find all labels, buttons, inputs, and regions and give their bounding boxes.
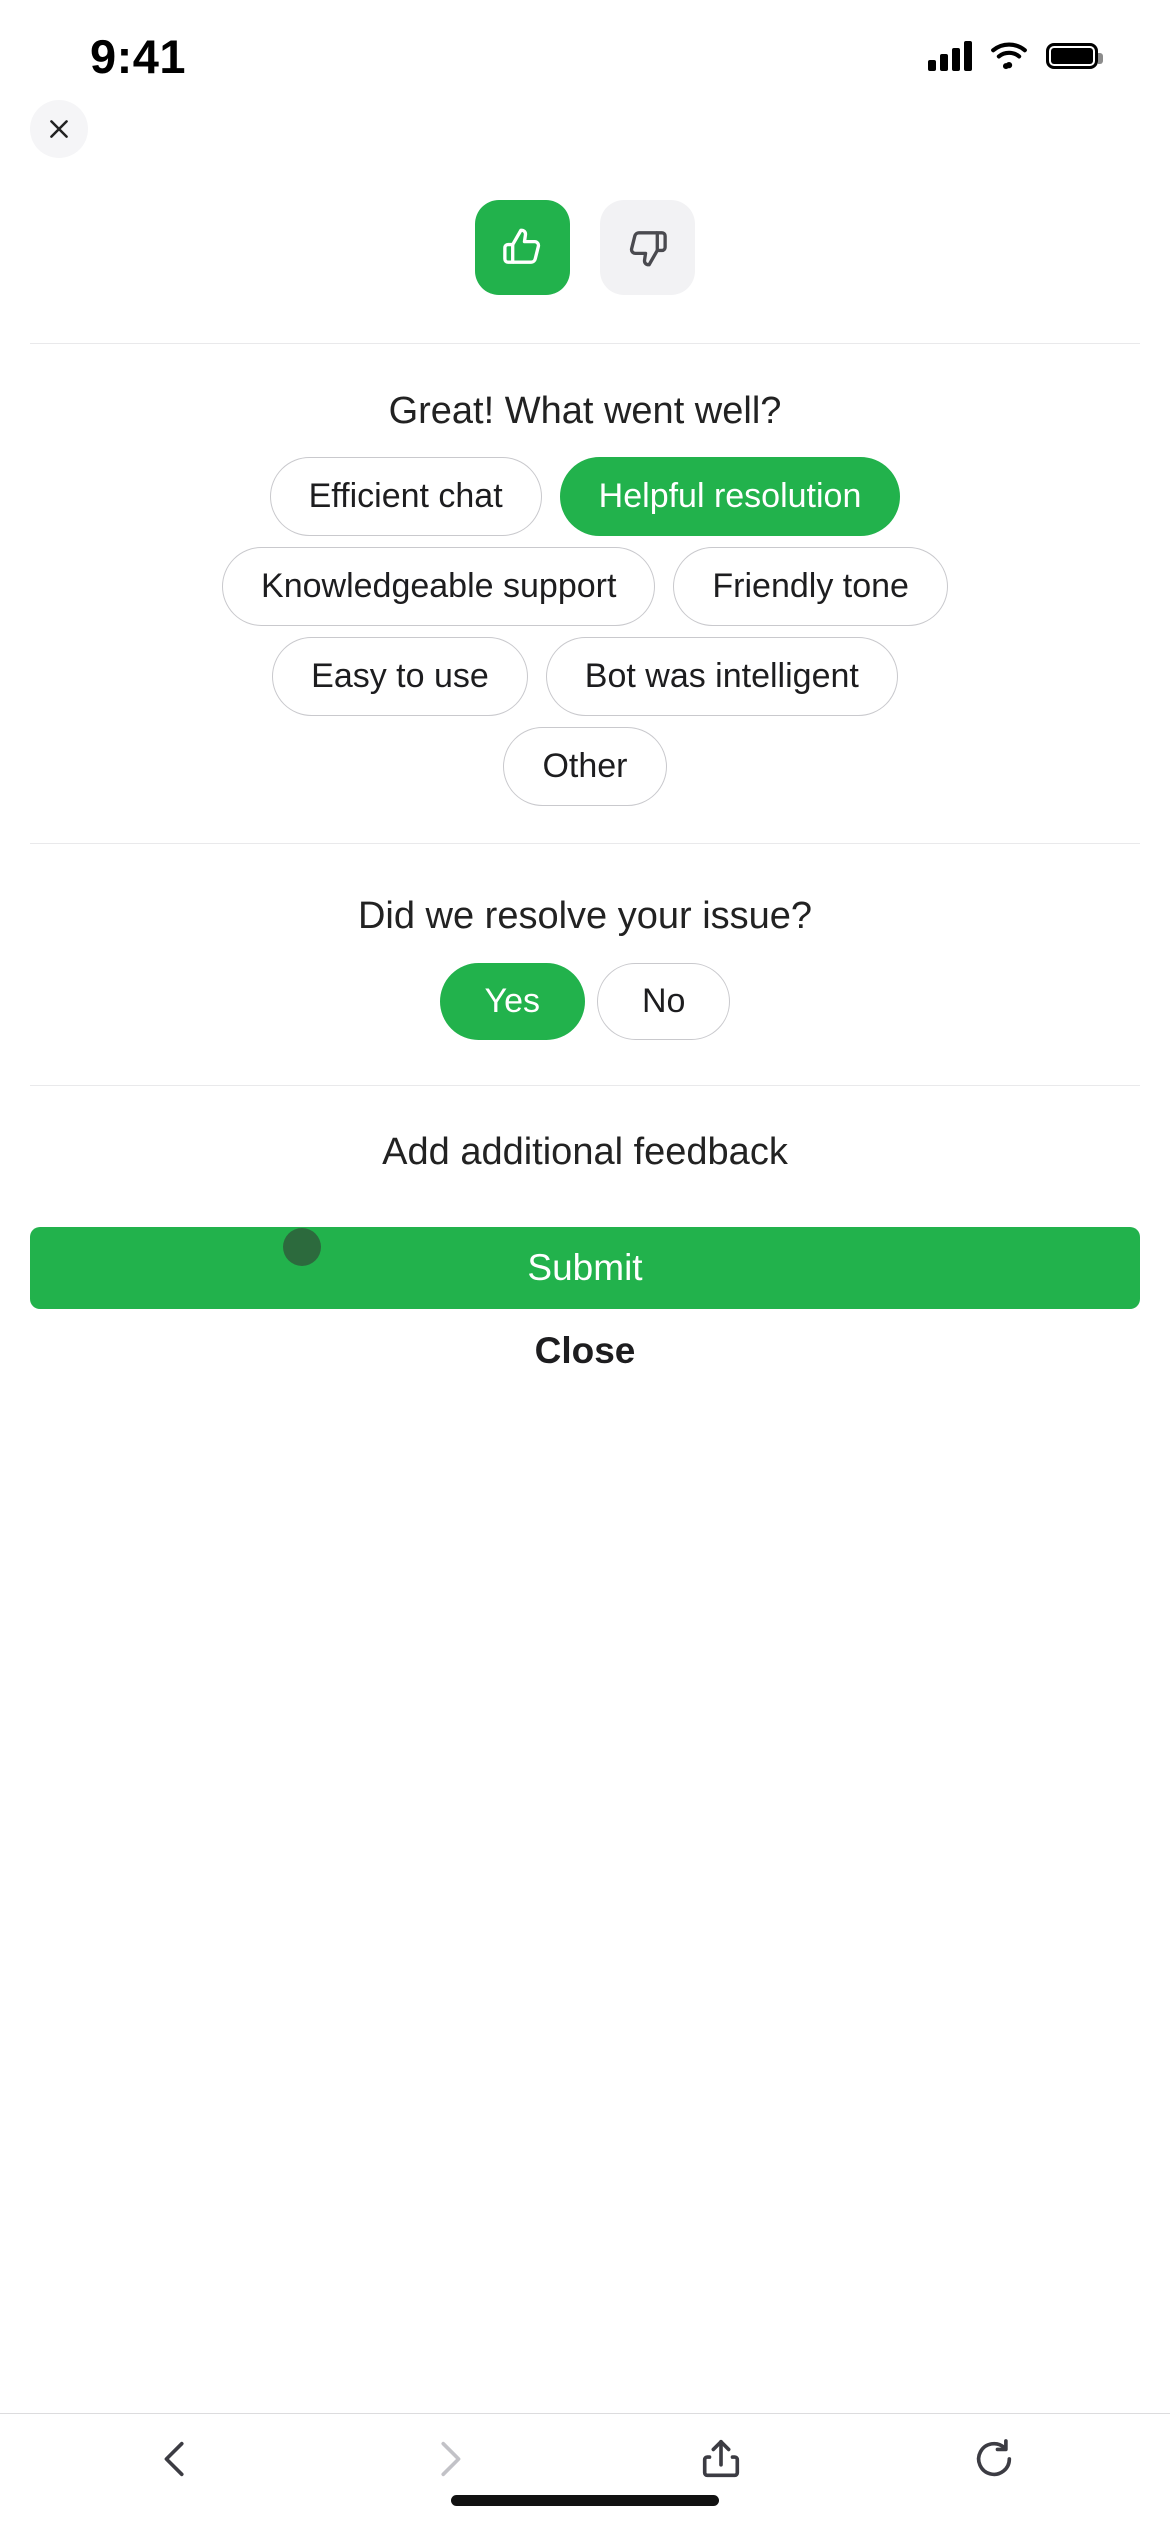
positive-feedback-question: Great! What went well?: [388, 390, 782, 432]
divider-top: [30, 343, 1140, 344]
rating-buttons: [0, 200, 1170, 295]
chip-easy-to-use[interactable]: Easy to use: [272, 637, 528, 717]
divider-bottom: [30, 1085, 1140, 1086]
cursor-pointer-dot: [283, 1228, 321, 1266]
chip-knowledgeable-support[interactable]: Knowledgeable support: [222, 547, 656, 627]
reload-icon: [976, 2439, 1011, 2477]
back-button[interactable]: [131, 2424, 221, 2494]
chip-row: Efficient chat Helpful resolution: [0, 457, 1170, 537]
chip-efficient-chat[interactable]: Efficient chat: [269, 457, 542, 537]
feedback-chip-group: Efficient chat Helpful resolution Knowle…: [0, 457, 1170, 817]
resolution-yes-button[interactable]: Yes: [439, 963, 585, 1041]
thumbs-down-icon: [629, 231, 667, 267]
cellular-signal-icon: [928, 41, 972, 71]
reload-button[interactable]: [949, 2424, 1039, 2494]
home-indicator: [451, 2495, 719, 2506]
chip-other[interactable]: Other: [503, 727, 667, 807]
thumbs-down-button[interactable]: [600, 200, 695, 295]
additional-feedback-label[interactable]: Add additional feedback: [0, 1131, 1170, 1174]
submit-button[interactable]: Submit: [30, 1227, 1140, 1309]
status-indicators: [928, 41, 1103, 71]
chip-bot-was-intelligent[interactable]: Bot was intelligent: [545, 637, 898, 717]
divider-middle: [30, 843, 1140, 844]
chip-row: Easy to use Bot was intelligent: [0, 637, 1170, 717]
back-icon: [164, 2441, 184, 2477]
share-button[interactable]: [676, 2424, 766, 2494]
resolution-question: Did we resolve your issue?: [357, 895, 813, 937]
forward-button[interactable]: [404, 2424, 494, 2494]
share-icon: [703, 2439, 740, 2478]
close-button[interactable]: [30, 100, 88, 158]
forward-icon: [441, 2441, 461, 2477]
chip-helpful-resolution[interactable]: Helpful resolution: [559, 457, 901, 537]
thumbs-up-icon: [503, 228, 541, 264]
status-bar: 9:41: [0, 0, 1170, 100]
battery-icon: [1046, 43, 1103, 69]
resolution-no-button[interactable]: No: [597, 963, 731, 1041]
wifi-icon: [990, 42, 1028, 70]
chip-friendly-tone[interactable]: Friendly tone: [673, 547, 948, 627]
close-link[interactable]: Close: [0, 1330, 1170, 1372]
status-time: 9:41: [90, 29, 187, 83]
resolution-options: Yes No: [0, 963, 1170, 1041]
thumbs-up-button[interactable]: [475, 200, 570, 295]
chip-row: Other: [0, 727, 1170, 807]
chip-row: Knowledgeable support Friendly tone: [0, 547, 1170, 627]
browser-toolbar: [0, 2413, 1170, 2532]
feedback-screen: 9:41 Great! What went well? Efficient ch…: [0, 0, 1170, 2532]
close-x-icon: [50, 120, 68, 138]
